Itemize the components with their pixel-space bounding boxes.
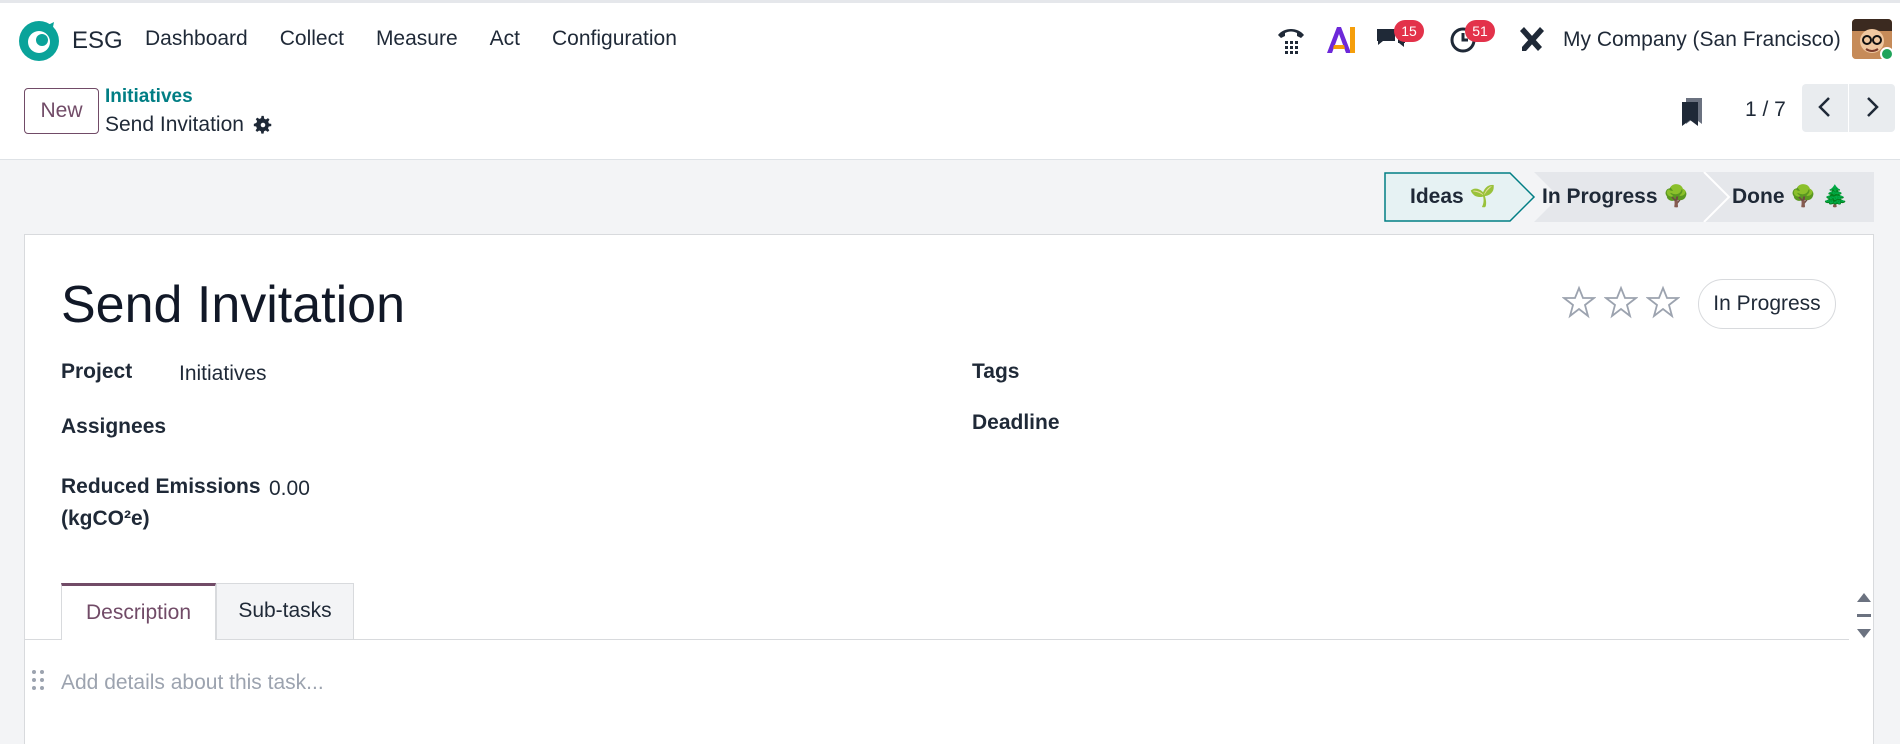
assignees-field[interactable]	[179, 415, 779, 441]
emissions-field[interactable]: 0.00	[269, 477, 310, 501]
stage-ideas[interactable]: Ideas 🌱	[1410, 172, 1496, 222]
project-field[interactable]: Initiatives	[179, 362, 267, 386]
emissions-label: Reduced Emissions	[61, 475, 261, 498]
tab-description[interactable]: Description	[61, 583, 216, 640]
project-label: Project	[61, 360, 133, 383]
stage-done[interactable]: Done 🌳 🌲	[1732, 172, 1848, 222]
emissions-unit-label: (kgCO²e)	[61, 507, 150, 530]
main-menu: Dashboard Collect Measure Act Configurat…	[145, 27, 709, 51]
pager-next-button[interactable]	[1849, 84, 1895, 132]
pager-value[interactable]: 1 / 7	[1745, 98, 1786, 122]
gear-icon[interactable]	[252, 114, 274, 136]
state-button[interactable]: In Progress	[1698, 279, 1836, 329]
sprout-icon: 🌱	[1469, 185, 1496, 208]
stage-done-label: Done	[1732, 185, 1785, 208]
star-icon[interactable]	[1562, 285, 1596, 319]
company-switcher[interactable]: My Company (San Francisco)	[1563, 28, 1841, 52]
menu-collect[interactable]: Collect	[280, 27, 344, 51]
star-icon[interactable]	[1604, 285, 1638, 319]
stage-in-progress[interactable]: In Progress 🌳	[1542, 172, 1690, 222]
tags-field[interactable]	[1085, 360, 1785, 386]
esg-app-logo-icon[interactable]	[18, 20, 60, 62]
tree-icon: 🌳	[1663, 185, 1690, 208]
deadline-label: Deadline	[972, 411, 1060, 434]
form-sheet: Send Invitation In Progress Project Init…	[24, 234, 1874, 744]
star-icon[interactable]	[1646, 285, 1680, 319]
stage-statusbar: Ideas 🌱 In Progress 🌳 Done 🌳 🌲	[1384, 172, 1874, 222]
assignees-label: Assignees	[61, 415, 167, 438]
stage-ideas-label: Ideas	[1410, 185, 1464, 208]
tags-label: Tags	[972, 360, 1020, 383]
messages-badge: 15	[1394, 20, 1424, 42]
menu-measure[interactable]: Measure	[376, 27, 458, 51]
deadline-field[interactable]	[1085, 411, 1785, 437]
control-panel: New Initiatives Send Invitation 1 / 7	[0, 76, 1900, 160]
chevron-left-icon	[1818, 96, 1830, 117]
pager-previous-button[interactable]	[1802, 84, 1848, 132]
form-view: Ideas 🌱 In Progress 🌳 Done 🌳 🌲 Send Invi…	[0, 160, 1900, 744]
tools-icon[interactable]	[1514, 23, 1548, 57]
activities-badge: 51	[1465, 20, 1495, 42]
app-name[interactable]: ESG	[72, 27, 123, 55]
menu-dashboard[interactable]: Dashboard	[145, 27, 248, 51]
drag-handle-icon[interactable]	[31, 669, 45, 691]
scroll-arrows-icon[interactable]	[1855, 591, 1873, 643]
top-navbar: ESG Dashboard Collect Measure Act Config…	[0, 0, 1900, 76]
menu-configuration[interactable]: Configuration	[552, 27, 677, 51]
chevron-right-icon	[1867, 96, 1879, 117]
new-button[interactable]: New	[24, 88, 99, 134]
breadcrumb-parent[interactable]: Initiatives	[105, 86, 193, 108]
task-title[interactable]: Send Invitation	[61, 275, 405, 335]
tabs-divider	[25, 639, 1849, 640]
phone-icon[interactable]	[1274, 23, 1308, 57]
ai-icon[interactable]	[1324, 23, 1358, 57]
breadcrumb-current: Send Invitation	[105, 113, 244, 136]
presence-status-icon	[1880, 47, 1894, 61]
stage-in-progress-label: In Progress	[1542, 185, 1658, 208]
description-editor[interactable]: Add details about this task...	[61, 671, 324, 695]
priority-stars	[1562, 285, 1680, 319]
tab-sub-tasks[interactable]: Sub-tasks	[216, 583, 354, 640]
bookmark-icon[interactable]	[1680, 96, 1706, 128]
menu-act[interactable]: Act	[490, 27, 520, 51]
trees-icon: 🌳 🌲	[1790, 185, 1849, 208]
